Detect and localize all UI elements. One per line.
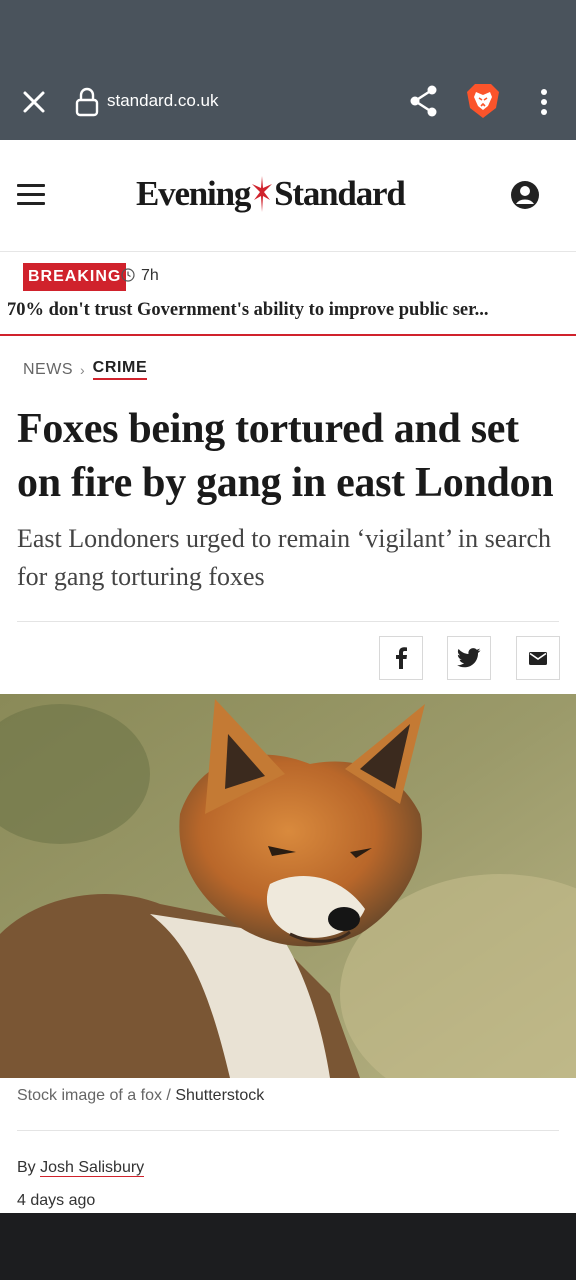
- twitter-share-button[interactable]: [447, 636, 491, 680]
- more-vertical-icon[interactable]: [534, 86, 554, 118]
- browser-toolbar: standard.co.uk: [0, 62, 576, 140]
- site-header: Evening Standard: [0, 140, 576, 252]
- lock-icon: [75, 87, 99, 117]
- clock-icon: [121, 268, 135, 282]
- logo-bird-icon: [252, 176, 273, 212]
- breadcrumb-news[interactable]: NEWS: [23, 361, 73, 379]
- article-hero-image[interactable]: [0, 694, 576, 1078]
- hamburger-icon[interactable]: [17, 184, 45, 208]
- caption-credit: Shutterstock: [175, 1087, 265, 1104]
- breaking-badge: BREAKING: [23, 263, 127, 291]
- divider: [17, 621, 559, 622]
- byline-prefix: By: [17, 1159, 36, 1176]
- site-logo[interactable]: Evening Standard: [136, 172, 406, 216]
- breaking-news-bar[interactable]: BREAKING 7h 70% don't trust Government's…: [0, 252, 576, 336]
- facebook-icon: [396, 647, 407, 669]
- logo-text-right: Standard: [274, 174, 406, 213]
- breadcrumb-crime[interactable]: CRIME: [92, 359, 148, 380]
- article-standfirst: East Londoners urged to remain ‘vigilant…: [17, 524, 552, 591]
- close-icon[interactable]: [20, 88, 48, 116]
- author-link[interactable]: Josh Salisbury: [40, 1159, 145, 1177]
- chevron-right-icon: ›: [80, 361, 85, 378]
- share-icon[interactable]: [408, 84, 440, 118]
- breaking-headline[interactable]: 70% don't trust Government's ability to …: [7, 300, 572, 321]
- divider: [17, 1130, 559, 1131]
- email-share-button[interactable]: [516, 636, 560, 680]
- email-icon: [529, 652, 547, 665]
- publish-date: 4 days ago: [17, 1192, 96, 1209]
- brave-lion-icon[interactable]: [466, 82, 500, 120]
- system-status-bar: [0, 0, 576, 62]
- user-account-icon[interactable]: [510, 180, 540, 210]
- facebook-share-button[interactable]: [379, 636, 423, 680]
- byline: By Josh Salisbury: [17, 1159, 145, 1177]
- breadcrumb: NEWS › CRIME: [23, 359, 148, 380]
- caption-text: Stock image of a fox /: [17, 1087, 171, 1104]
- system-navigation-bar: [0, 1213, 576, 1280]
- twitter-icon: [457, 648, 481, 668]
- image-caption: Stock image of a fox / Shutterstock: [17, 1087, 264, 1105]
- breaking-time: 7h: [141, 267, 159, 284]
- logo-text-left: Evening: [136, 174, 251, 213]
- article-headline: Foxes being tortured and set on fire by …: [17, 406, 554, 506]
- url-text[interactable]: standard.co.uk: [107, 91, 219, 111]
